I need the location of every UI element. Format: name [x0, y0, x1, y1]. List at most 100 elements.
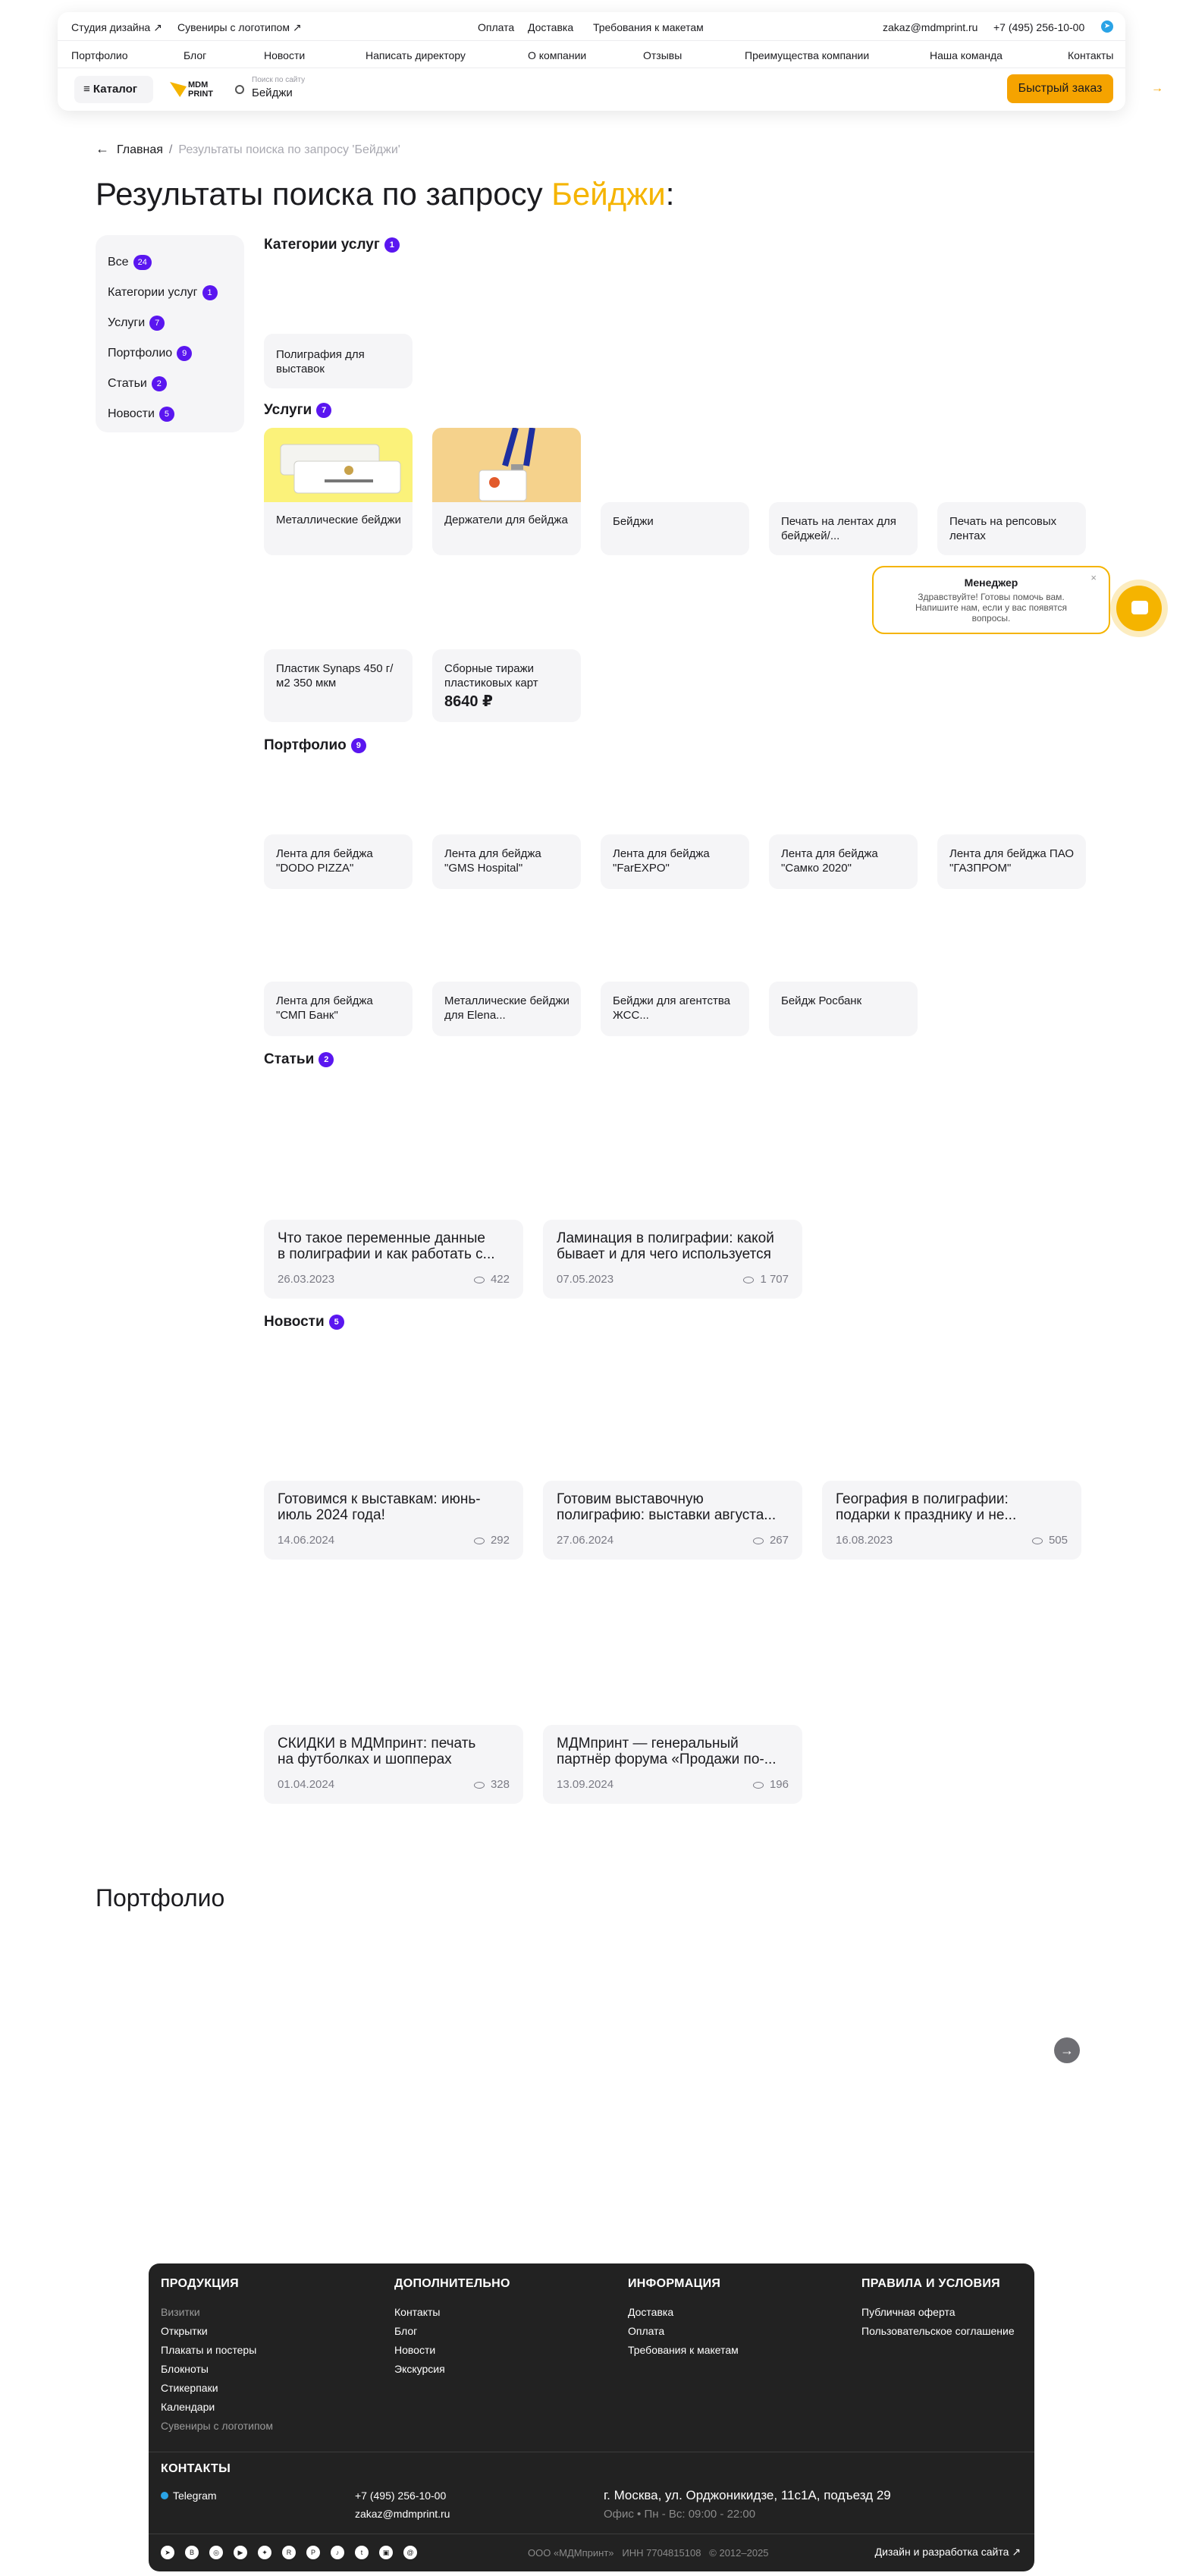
search-bar[interactable]: Поиск по сайту Бейджи →: [234, 74, 1163, 105]
news-card[interactable]: Готовим выставочную полиграфию: выставки…: [543, 1481, 802, 1560]
tumblr-icon[interactable]: t: [355, 2546, 369, 2559]
search-placeholder: Поиск по сайту: [252, 76, 306, 84]
filter-count-badge: 5: [158, 406, 174, 422]
nav-team[interactable]: Наша команда: [930, 49, 1003, 61]
delivery-link[interactable]: Доставка: [528, 21, 573, 33]
rutube-icon[interactable]: R: [282, 2546, 296, 2559]
news-card[interactable]: СКИДКИ в МДМпринт: печать на футболках и…: [264, 1725, 523, 1804]
portfolio-card[interactable]: Металлические бейджи для Elena...: [432, 982, 581, 1036]
pinterest-icon[interactable]: P: [306, 2546, 320, 2559]
service-card[interactable]: Печать на лентах для бейджей/...: [769, 502, 918, 555]
breadcrumb-home[interactable]: Главная: [117, 143, 163, 156]
footer-email[interactable]: zakaz@mdmprint.ru: [355, 2508, 450, 2520]
tiktok-icon[interactable]: ♪: [331, 2546, 344, 2559]
footer-link[interactable]: Блокноты: [161, 2360, 273, 2379]
section-title-portfolio: Портфолио 9: [264, 737, 366, 754]
card-label: Лента для бейджа "Самко 2020": [781, 847, 878, 875]
filter-articles[interactable]: Статьи 2: [96, 369, 244, 399]
catalog-button[interactable]: ≡ Каталог: [74, 76, 153, 103]
header-email[interactable]: zakaz@mdmprint.ru: [883, 21, 977, 33]
portfolio-card[interactable]: Лента для бейджа "Самко 2020": [769, 834, 918, 889]
section-count-badge: 2: [318, 1051, 334, 1067]
service-card[interactable]: Бейджи: [601, 502, 749, 555]
article-card[interactable]: Ламинация в полиграфии: какой бывает и д…: [543, 1220, 802, 1299]
news-card[interactable]: МДМпринт — генеральный партнёр форума «П…: [543, 1725, 802, 1804]
nav-blog[interactable]: Блог: [184, 49, 206, 61]
video-icon[interactable]: ▣: [379, 2546, 393, 2559]
portfolio-card[interactable]: Лента для бейджа ПАО "ГАЗПРОМ": [937, 834, 1086, 889]
requirements-link[interactable]: Требования к макетам: [593, 21, 704, 33]
header-phone[interactable]: +7 (495) 256-10-00: [993, 21, 1084, 33]
article-card[interactable]: Что такое переменные данные в полиграфии…: [264, 1220, 523, 1299]
filter-categories[interactable]: Категории услуг 1: [96, 278, 244, 308]
footer-link[interactable]: Контакты: [394, 2303, 510, 2322]
dzen-icon[interactable]: ✦: [258, 2546, 271, 2559]
footer-link[interactable]: Блог: [394, 2322, 510, 2341]
service-card[interactable]: Металлические бейджи: [264, 428, 413, 555]
instagram-icon[interactable]: ◎: [209, 2546, 223, 2559]
news-views: 196: [752, 1778, 789, 1791]
footer-link[interactable]: Сувениры с логотипом: [161, 2417, 273, 2436]
filter-portfolio[interactable]: Портфолио 9: [96, 338, 244, 369]
souvenirs-link[interactable]: Сувениры с логотипом ↗: [177, 21, 302, 34]
company-name: ООО «МДМпринт»: [528, 2547, 614, 2559]
views-count: 267: [769, 1534, 789, 1547]
quick-order-button[interactable]: Быстрый заказ: [1007, 74, 1113, 103]
portfolio-card[interactable]: Лента для бейджа "GMS Hospital": [432, 834, 581, 889]
nav-write-director[interactable]: Написать директору: [366, 49, 466, 61]
search-submit-arrow-icon[interactable]: →: [1151, 82, 1163, 96]
design-studio-link[interactable]: Студия дизайна ↗: [71, 21, 162, 34]
service-card[interactable]: Пластик Synaps 450 г/м2 350 мкм: [264, 649, 413, 722]
category-card[interactable]: Полиграфия для выставок: [264, 334, 413, 388]
carousel-next-arrow-icon[interactable]: →: [1054, 2037, 1080, 2063]
filter-all[interactable]: Все 24: [96, 247, 244, 278]
nav-advantages[interactable]: Преимущества компании: [745, 49, 869, 61]
footer-link[interactable]: Открытки: [161, 2322, 273, 2341]
footer-link[interactable]: Оплата: [628, 2322, 739, 2341]
news-card[interactable]: География в полиграфии: подарки к праздн…: [822, 1481, 1081, 1560]
footer-link[interactable]: Экскурсия: [394, 2360, 510, 2379]
footer-link[interactable]: Стикерпаки: [161, 2379, 273, 2398]
service-card[interactable]: Печать на репсовых лентах: [937, 502, 1086, 555]
portfolio-card[interactable]: Лента для бейджа "DODO PIZZA": [264, 834, 413, 889]
footer-link[interactable]: Пользовательское соглашение: [861, 2322, 1015, 2341]
telegram-icon[interactable]: ➤: [161, 2546, 174, 2559]
nav-about[interactable]: О компании: [528, 49, 586, 61]
filter-services[interactable]: Услуги 7: [96, 308, 244, 338]
telegram-icon[interactable]: ➤: [1101, 20, 1113, 33]
portfolio-card[interactable]: Лента для бейджа "СМП Банк": [264, 982, 413, 1036]
footer-link[interactable]: Новости: [394, 2341, 510, 2360]
developer-link[interactable]: Дизайн и разработка сайта ↗: [875, 2546, 1021, 2559]
portfolio-card[interactable]: Лента для бейджа "FarEXPO": [601, 834, 749, 889]
threads-icon[interactable]: @: [403, 2546, 417, 2559]
nav-reviews[interactable]: Отзывы: [643, 49, 682, 61]
site-logo[interactable]: MDM PRINT: [170, 77, 223, 102]
news-date: 16.08.2023: [836, 1534, 893, 1547]
footer-link[interactable]: Доставка: [628, 2303, 739, 2322]
nav-news[interactable]: Новости: [264, 49, 305, 61]
back-arrow-icon[interactable]: ←: [96, 141, 109, 157]
filter-count-badge: 1: [202, 284, 218, 300]
news-card[interactable]: Готовимся к выставкам: июнь- июль 2024 г…: [264, 1481, 523, 1560]
portfolio-card[interactable]: Бейдж Росбанк: [769, 982, 918, 1036]
service-card[interactable]: Держатели для бейджа: [432, 428, 581, 555]
vk-icon[interactable]: B: [185, 2546, 199, 2559]
footer-link[interactable]: Календари: [161, 2398, 273, 2417]
portfolio-card[interactable]: Бейджи для агентства ЖСС...: [601, 982, 749, 1036]
footer-phone[interactable]: +7 (495) 256-10-00: [355, 2490, 446, 2502]
youtube-icon[interactable]: ▶: [234, 2546, 247, 2559]
chat-button[interactable]: [1116, 586, 1162, 631]
service-card[interactable]: Сборные тиражи пластиковых карт 8640 ₽: [432, 649, 581, 722]
article-views: 1 707: [743, 1273, 789, 1286]
nav-portfolio[interactable]: Портфолио: [71, 49, 128, 61]
payment-link[interactable]: Оплата: [478, 21, 514, 33]
footer-link[interactable]: Требования к макетам: [628, 2341, 739, 2360]
filter-news[interactable]: Новости 5: [96, 399, 244, 429]
footer-telegram-link[interactable]: Telegram: [161, 2490, 217, 2502]
footer-link[interactable]: Публичная оферта: [861, 2303, 1015, 2322]
manager-chat-popup[interactable]: × Менеджер Здравствуйте! Готовы помочь в…: [872, 566, 1110, 634]
nav-contacts[interactable]: Контакты: [1068, 49, 1113, 61]
footer-link[interactable]: Визитки: [161, 2303, 273, 2322]
search-input[interactable]: Бейджи: [252, 86, 293, 99]
footer-link[interactable]: Плакаты и постеры: [161, 2341, 273, 2360]
